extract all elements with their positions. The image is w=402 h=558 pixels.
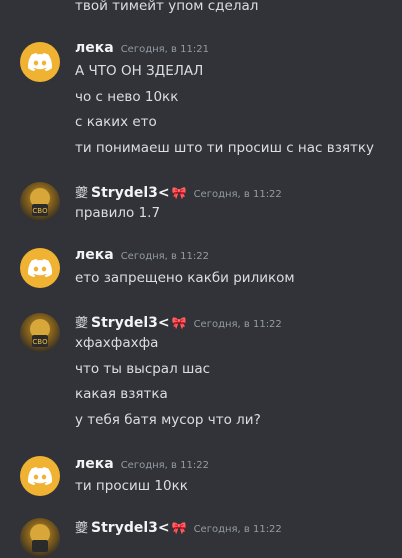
message-text: ти понимаеш што ти просиш с нас взятку bbox=[75, 140, 375, 156]
svg-text:СВО: СВО bbox=[32, 207, 48, 215]
avatar[interactable]: СВО bbox=[20, 182, 60, 222]
avatar[interactable] bbox=[20, 248, 60, 288]
message-text: А ЧТО ОН ЗДЕЛАЛ bbox=[75, 63, 204, 79]
username[interactable]: Strydel3< bbox=[91, 185, 170, 201]
avatar-image bbox=[30, 524, 50, 552]
message-text: ти просиш 10кк bbox=[75, 478, 188, 494]
timestamp: Сегодня, в 11:22 bbox=[120, 460, 209, 471]
timestamp: Сегодня, в 11:22 bbox=[120, 251, 209, 262]
message-text: с каких ето bbox=[75, 114, 157, 130]
discord-logo-icon bbox=[28, 259, 52, 277]
avatar[interactable]: СВО bbox=[20, 313, 60, 353]
username[interactable]: Strydel3< bbox=[91, 520, 170, 536]
username[interactable]: Strydel3< bbox=[91, 315, 170, 331]
message-text: чо с нево 10кк bbox=[75, 89, 179, 105]
username[interactable]: лека bbox=[75, 456, 114, 472]
svg-text:СВО: СВО bbox=[32, 338, 48, 346]
username[interactable]: лека bbox=[75, 247, 114, 263]
avatar[interactable] bbox=[20, 42, 60, 82]
user-prefix-glyph: 夔 bbox=[75, 186, 89, 201]
message-header: лека Сегодня, в 11:22 bbox=[75, 456, 209, 474]
discord-logo-icon bbox=[28, 53, 52, 71]
username[interactable]: лека bbox=[75, 40, 114, 56]
message-text: твой тимейт упом сделал bbox=[75, 0, 259, 14]
avatar[interactable] bbox=[20, 456, 60, 496]
timestamp: Сегодня, в 11:22 bbox=[193, 189, 282, 200]
message-header: лека Сегодня, в 11:21 bbox=[75, 40, 209, 58]
message-text: ето запрещено какби риликом bbox=[75, 270, 295, 286]
message-text: у тебя батя мусор что ли? bbox=[75, 412, 261, 428]
user-prefix-glyph: 夔 bbox=[75, 316, 89, 331]
ribbon-icon: 🎀 bbox=[171, 186, 187, 200]
message-text: что ты высрал шас bbox=[75, 361, 211, 377]
avatar-image: СВО bbox=[30, 319, 50, 347]
message-header: 夔 Strydel3< 🎀 Сегодня, в 11:22 bbox=[75, 312, 282, 331]
ribbon-icon: 🎀 bbox=[171, 316, 187, 330]
user-prefix-glyph: 夔 bbox=[75, 521, 89, 536]
message-header: лека Сегодня, в 11:22 bbox=[75, 247, 209, 265]
timestamp: Сегодня, в 11:21 bbox=[120, 44, 209, 55]
timestamp: Сегодня, в 11:22 bbox=[193, 319, 282, 330]
ribbon-icon: 🎀 bbox=[171, 521, 187, 535]
message-header: 夔 Strydel3< 🎀 Сегодня, в 11:22 bbox=[75, 517, 282, 536]
avatar-image: СВО bbox=[30, 188, 50, 216]
avatar[interactable] bbox=[20, 518, 60, 558]
message-text: правило 1.7 bbox=[75, 205, 161, 221]
message-text: какая взятка bbox=[75, 386, 168, 402]
message-text: хфахфахфа bbox=[75, 335, 159, 351]
message-header: 夔 Strydel3< 🎀 Сегодня, в 11:22 bbox=[75, 182, 282, 201]
discord-logo-icon bbox=[28, 467, 52, 485]
